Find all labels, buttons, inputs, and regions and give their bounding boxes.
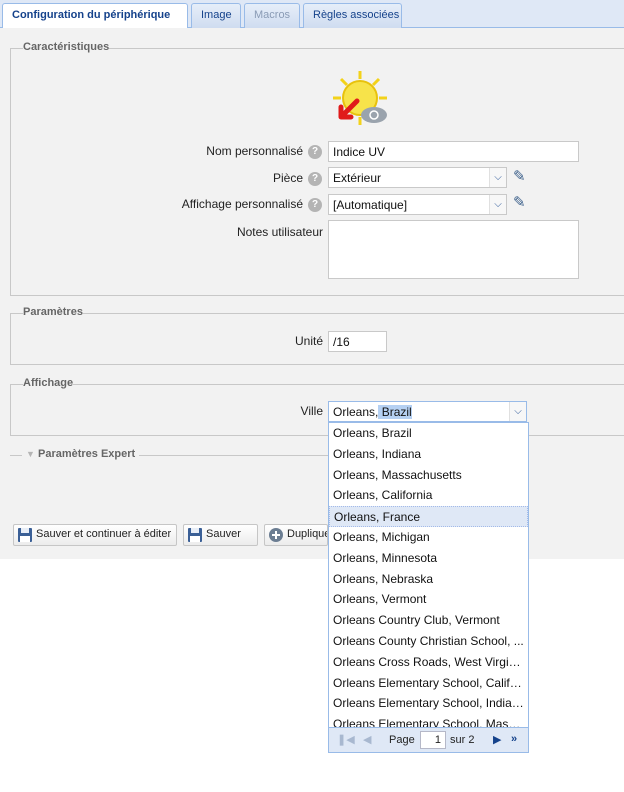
dropdown-option[interactable]: Orleans, Michigan [329, 527, 528, 548]
chevron-down-icon[interactable]: ⌵ [489, 195, 506, 214]
tab-regles-associees[interactable]: Règles associées [303, 3, 402, 28]
add-circle-icon [268, 527, 284, 543]
duplicate-button[interactable]: Dupliquer [264, 524, 328, 546]
dropdown-option[interactable]: Orleans, France [329, 506, 528, 527]
duplicate-label: Dupliquer [287, 528, 327, 540]
dropdown-option[interactable]: Orleans, California [329, 485, 528, 506]
floppy-disk-icon [17, 527, 33, 543]
pencil-icon[interactable]: ✎ [513, 195, 529, 211]
nom-personnalise-input[interactable]: Indice UV [328, 141, 579, 162]
config-panel: Caractéristiques Nom personnalisé ? Indi… [0, 28, 624, 559]
dropdown-items: Orleans, Brazil Orleans, Indiana Orleans, … [329, 423, 528, 735]
legend-parametres-expert: Paramètres Expert [37, 448, 136, 460]
piece-label: Pièce [272, 171, 303, 185]
help-icon[interactable]: ? [308, 145, 322, 159]
dropdown-pager: ❚◀ ◀ Page 1 sur 2 ▶ » [329, 727, 528, 752]
prev-page-icon: ◀ [363, 734, 372, 746]
expert-toggle[interactable]: ▼ Paramètres Expert [22, 448, 140, 460]
unite-input[interactable]: /16 [328, 331, 387, 352]
dropdown-option[interactable]: Orleans, Nebraska [329, 569, 528, 590]
dropdown-option[interactable]: Orleans Elementary School, Califo... [329, 673, 528, 694]
save-button[interactable]: Sauver [183, 524, 258, 546]
notes-utilisateur-label: Notes utilisateur [236, 225, 323, 239]
affichage-personnalise-select[interactable]: [Automatique] ⌵ [328, 194, 507, 215]
tab-configuration[interactable]: Configuration du périphérique [2, 3, 188, 29]
chevron-down-icon[interactable]: ⌵ [509, 402, 526, 421]
ville-label: Ville [300, 404, 323, 418]
dropdown-option[interactable]: Orleans, Minnesota [329, 548, 528, 569]
page-total-label: sur 2 [450, 734, 475, 746]
piece-value: Extérieur [333, 171, 382, 185]
tab-macros: Macros [244, 3, 300, 28]
chevron-down-icon[interactable]: ⌵ [489, 168, 506, 187]
ville-combobox[interactable]: Orleans, Brazil ⌵ [328, 401, 527, 422]
save-label: Sauver [206, 528, 241, 540]
ville-value-prefix: Orleans, [333, 405, 379, 419]
help-icon[interactable]: ? [308, 198, 322, 212]
triangle-down-icon: ▼ [26, 449, 35, 459]
first-page-icon: ❚◀ [337, 734, 355, 746]
ville-dropdown-list: Orleans, Brazil Orleans, Indiana Orleans, … [328, 422, 529, 753]
pencil-icon[interactable]: ✎ [513, 169, 529, 185]
nom-personnalise-label: Nom personnalisé [206, 144, 303, 158]
dropdown-option[interactable]: Orleans County Christian School, ... [329, 631, 528, 652]
last-page-icon[interactable]: » [511, 733, 517, 745]
dropdown-option[interactable]: Orleans Country Club, Vermont [329, 610, 528, 631]
dropdown-option[interactable]: Orleans Elementary School, Indiana [329, 693, 528, 714]
help-icon[interactable]: ? [308, 172, 322, 186]
page-number-input[interactable]: 1 [420, 731, 446, 749]
legend-parametres: Paramètres [23, 306, 83, 318]
tab-image[interactable]: Image [191, 3, 241, 28]
dropdown-option[interactable]: Orleans Cross Roads, West Virginia [329, 652, 528, 673]
piece-select[interactable]: Extérieur ⌵ [328, 167, 507, 188]
save-continue-button[interactable]: Sauver et continuer à éditer [13, 524, 177, 546]
dropdown-option[interactable]: Orleans, Indiana [329, 444, 528, 465]
legend-affichage: Affichage [23, 377, 74, 389]
next-page-icon[interactable]: ▶ [493, 733, 501, 746]
save-continue-label: Sauver et continuer à éditer [36, 528, 172, 540]
affichage-personnalise-label: Affichage personnalisé [181, 197, 303, 211]
unite-label: Unité [294, 334, 323, 348]
dropdown-option[interactable]: Orleans, Brazil [329, 423, 528, 444]
page-label: Page [389, 734, 415, 746]
legend-caracteristiques: Caractéristiques [23, 41, 110, 53]
tab-bar: Configuration du périphérique Image Macr… [0, 0, 624, 29]
dropdown-option[interactable]: Orleans, Vermont [329, 589, 528, 610]
dropdown-option[interactable]: Orleans, Massachusetts [329, 465, 528, 486]
notes-utilisateur-textarea[interactable] [328, 220, 579, 279]
ville-value-selection: Brazil [378, 405, 412, 419]
floppy-disk-icon [187, 527, 203, 543]
uv-sun-cloud-icon [331, 69, 389, 127]
affichage-personnalise-value: [Automatique] [333, 198, 408, 212]
